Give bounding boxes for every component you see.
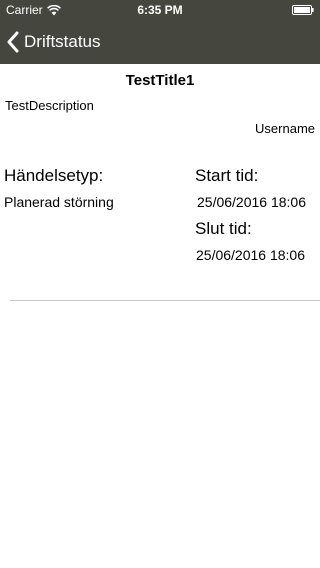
navigation-bar: Driftstatus	[0, 20, 320, 64]
end-time-value: 25/06/2016 18:06	[196, 247, 305, 263]
end-time-label: Slut tid:	[195, 219, 252, 238]
status-time: 6:35 PM	[137, 3, 183, 17]
start-time-value: 25/06/2016 18:06	[197, 194, 306, 210]
detail-description: TestDescription	[5, 98, 94, 113]
detail-content: TestTitle1 TestDescription Username Händ…	[0, 64, 320, 568]
detail-username: Username	[255, 121, 315, 136]
detail-title: TestTitle1	[125, 72, 195, 89]
chevron-left-icon	[7, 31, 19, 53]
status-bar: Carrier 6:35 PM	[0, 0, 320, 20]
battery-icon	[292, 5, 314, 15]
start-time-label: Start tid:	[195, 166, 259, 185]
event-type-label: Händelsetyp:	[4, 166, 104, 185]
event-type-value: Planerad störning	[4, 194, 114, 210]
back-button-label: Driftstatus	[24, 32, 101, 51]
back-button[interactable]: Driftstatus	[6, 20, 101, 64]
divider	[10, 300, 320, 301]
